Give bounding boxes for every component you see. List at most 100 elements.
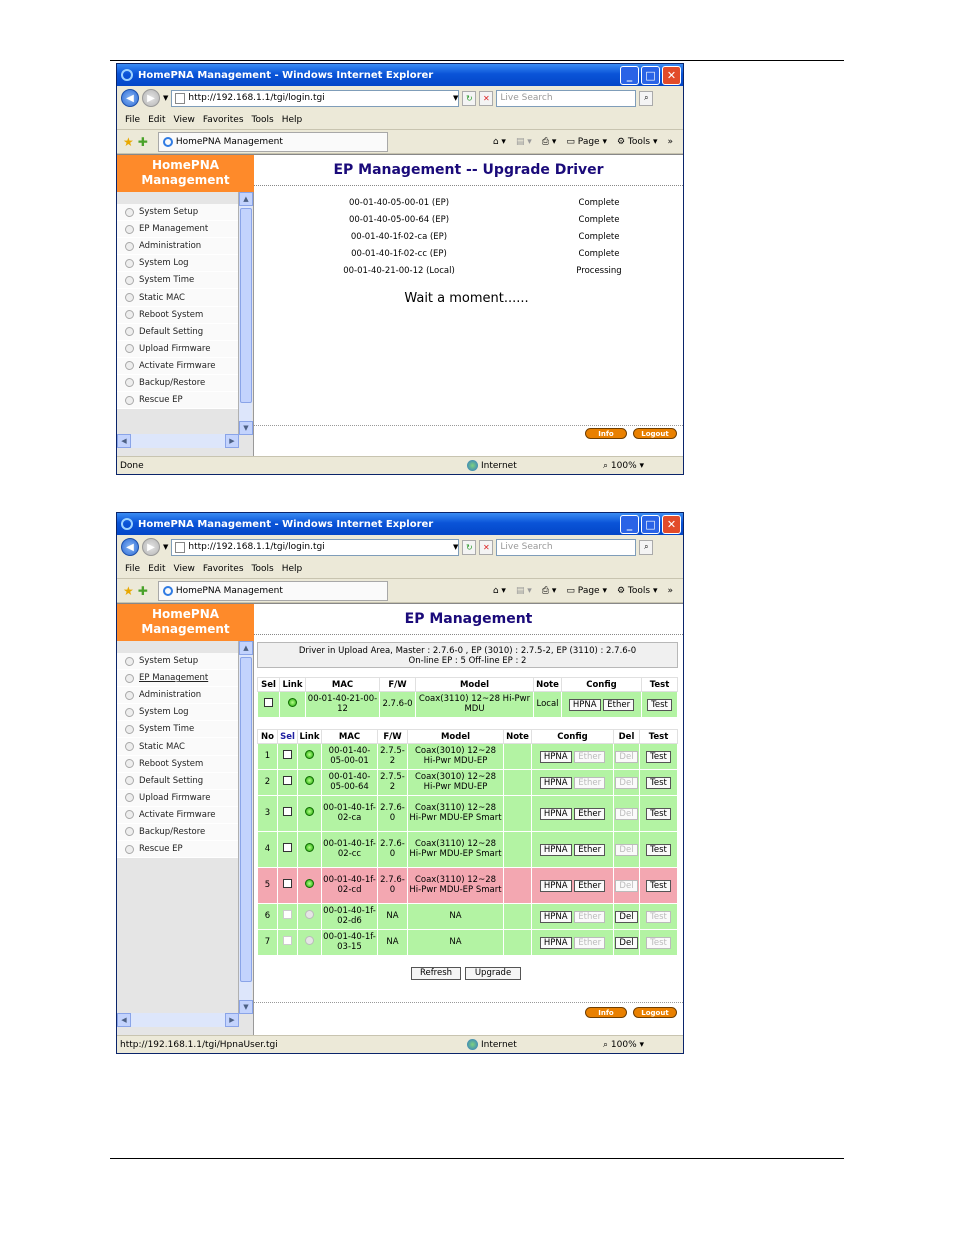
menu-file[interactable]: File xyxy=(125,115,140,125)
hpna-button[interactable]: HPNA xyxy=(539,936,572,949)
info-button[interactable]: Info xyxy=(585,1007,627,1018)
refresh-button[interactable]: Refresh xyxy=(411,967,461,980)
scroll-right-icon[interactable]: ▶ xyxy=(225,434,239,448)
sidebar-item-activate-firmware[interactable]: Activate Firmware xyxy=(117,806,238,824)
search-icon[interactable]: ⌕ xyxy=(639,90,654,106)
ether-button[interactable]: Ether xyxy=(574,879,606,892)
hpna-button[interactable]: HPNA xyxy=(539,807,572,820)
delete-button[interactable]: Del xyxy=(615,936,638,949)
menu-edit[interactable]: Edit xyxy=(148,564,165,574)
sidebar-horizontal-scrollbar[interactable]: ◀ ▶ xyxy=(117,1013,239,1027)
favorites-star-icon[interactable]: ★ xyxy=(123,584,134,598)
history-dropdown-icon[interactable]: ▼ xyxy=(163,94,168,102)
select-checkbox[interactable] xyxy=(283,879,292,889)
feeds-icon[interactable]: ▤ ▾ xyxy=(516,586,532,596)
hpna-button[interactable]: HPNA xyxy=(539,843,572,856)
close-button[interactable]: ✕ xyxy=(662,65,681,85)
sidebar-item-administration[interactable]: Administration xyxy=(117,687,238,705)
sidebar-item-activate-firmware[interactable]: Activate Firmware xyxy=(117,357,238,375)
page-menu[interactable]: ▭ Page ▾ xyxy=(566,586,607,596)
test-button[interactable]: Test xyxy=(646,843,671,856)
print-icon[interactable]: ⎙ ▾ xyxy=(542,137,557,147)
ether-button[interactable]: Ether xyxy=(574,843,606,856)
menu-favorites[interactable]: Favorites xyxy=(203,115,244,125)
minimize-button[interactable]: _ xyxy=(620,65,639,85)
sidebar-item-rescue-ep[interactable]: Rescue EP xyxy=(117,841,238,859)
zoom-level[interactable]: ⌕ 100% ▾ xyxy=(603,1040,644,1050)
url-field[interactable]: http://192.168.1.1/tgi/login.tgi ▼ xyxy=(171,538,460,556)
menu-tools[interactable]: Tools xyxy=(252,564,274,574)
back-button[interactable]: ◀ xyxy=(121,89,139,107)
sidebar-item-upload-firmware[interactable]: Upload Firmware xyxy=(117,789,238,807)
menu-help[interactable]: Help xyxy=(282,564,303,574)
sidebar-item-backup-restore[interactable]: Backup/Restore xyxy=(117,823,238,842)
forward-button[interactable]: ▶ xyxy=(142,538,160,556)
scroll-right-icon[interactable]: ▶ xyxy=(225,1013,239,1027)
sidebar-item-default-setting[interactable]: Default Setting xyxy=(117,323,238,341)
stop-icon[interactable]: ✕ xyxy=(479,90,494,106)
page-menu[interactable]: ▭ Page ▾ xyxy=(566,137,607,147)
zoom-level[interactable]: ⌕ 100% ▾ xyxy=(603,461,644,471)
sidebar-item-ep-management[interactable]: EP Management xyxy=(117,670,238,688)
sidebar-horizontal-scrollbar[interactable]: ◀ ▶ xyxy=(117,434,239,448)
scroll-left-icon[interactable]: ◀ xyxy=(117,1013,131,1027)
refresh-icon[interactable]: ↻ xyxy=(462,90,477,106)
sidebar-item-system-time[interactable]: System Time xyxy=(117,272,238,290)
scroll-thumb[interactable] xyxy=(240,657,252,982)
hpna-button[interactable]: HPNA xyxy=(539,879,572,892)
browser-tab[interactable]: HomePNA Management xyxy=(157,580,388,601)
more-icon[interactable]: » xyxy=(667,137,673,147)
favorites-star-icon[interactable]: ★ xyxy=(123,135,134,149)
sidebar-item-upload-firmware[interactable]: Upload Firmware xyxy=(117,340,238,358)
sidebar-item-static-mac[interactable]: Static MAC xyxy=(117,289,238,307)
more-icon[interactable]: » xyxy=(667,586,673,596)
menu-view[interactable]: View xyxy=(174,115,195,125)
test-button[interactable]: Test xyxy=(647,698,672,711)
menu-favorites[interactable]: Favorites xyxy=(203,564,244,574)
sidebar-item-ep-management[interactable]: EP Management xyxy=(117,221,238,239)
delete-button[interactable]: Del xyxy=(615,910,638,923)
select-checkbox[interactable] xyxy=(283,807,292,817)
sidebar-item-static-mac[interactable]: Static MAC xyxy=(117,738,238,756)
back-button[interactable]: ◀ xyxy=(121,538,139,556)
home-icon[interactable]: ⌂ ▾ xyxy=(493,586,506,596)
sidebar-item-system-time[interactable]: System Time xyxy=(117,721,238,739)
refresh-icon[interactable]: ↻ xyxy=(462,539,477,555)
hpna-button[interactable]: HPNA xyxy=(539,910,572,923)
add-favorite-icon[interactable]: ✚ xyxy=(138,135,148,149)
maximize-button[interactable]: □ xyxy=(641,65,660,85)
ether-button[interactable]: Ether xyxy=(603,698,635,711)
scroll-thumb[interactable] xyxy=(240,208,252,403)
select-checkbox[interactable] xyxy=(283,750,292,760)
minimize-button[interactable]: _ xyxy=(620,514,639,534)
url-dropdown-icon[interactable]: ▼ xyxy=(453,94,458,102)
sidebar-item-default-setting[interactable]: Default Setting xyxy=(117,772,238,790)
search-input[interactable]: Live Search xyxy=(496,89,637,107)
hpna-button[interactable]: HPNA xyxy=(568,698,601,711)
stop-icon[interactable]: ✕ xyxy=(479,539,494,555)
scroll-up-icon[interactable]: ▲ xyxy=(239,641,253,655)
forward-button[interactable]: ▶ xyxy=(142,89,160,107)
sidebar-item-administration[interactable]: Administration xyxy=(117,238,238,256)
scroll-up-icon[interactable]: ▲ xyxy=(239,192,253,206)
menu-file[interactable]: File xyxy=(125,564,140,574)
sidebar-item-reboot-system[interactable]: Reboot System xyxy=(117,306,238,324)
tools-menu[interactable]: ⚙ Tools ▾ xyxy=(617,586,658,596)
sidebar-item-system-setup[interactable]: System Setup xyxy=(117,204,238,222)
search-input[interactable]: Live Search xyxy=(496,538,637,556)
sidebar-item-rescue-ep[interactable]: Rescue EP xyxy=(117,392,238,410)
select-checkbox[interactable] xyxy=(283,843,292,853)
maximize-button[interactable]: □ xyxy=(641,514,660,534)
search-icon[interactable]: ⌕ xyxy=(639,539,654,555)
info-button[interactable]: Info xyxy=(585,428,627,439)
history-dropdown-icon[interactable]: ▼ xyxy=(163,543,168,551)
sidebar-vertical-scrollbar[interactable]: ▲ ▼ xyxy=(238,192,253,435)
sidebar-item-system-setup[interactable]: System Setup xyxy=(117,653,238,671)
sidebar-item-system-log[interactable]: System Log xyxy=(117,704,238,722)
close-button[interactable]: ✕ xyxy=(662,514,681,534)
scroll-left-icon[interactable]: ◀ xyxy=(117,434,131,448)
col-sel[interactable]: Sel xyxy=(277,729,298,744)
test-button[interactable]: Test xyxy=(646,807,671,820)
hpna-button[interactable]: HPNA xyxy=(539,750,572,763)
hpna-button[interactable]: HPNA xyxy=(539,776,572,789)
